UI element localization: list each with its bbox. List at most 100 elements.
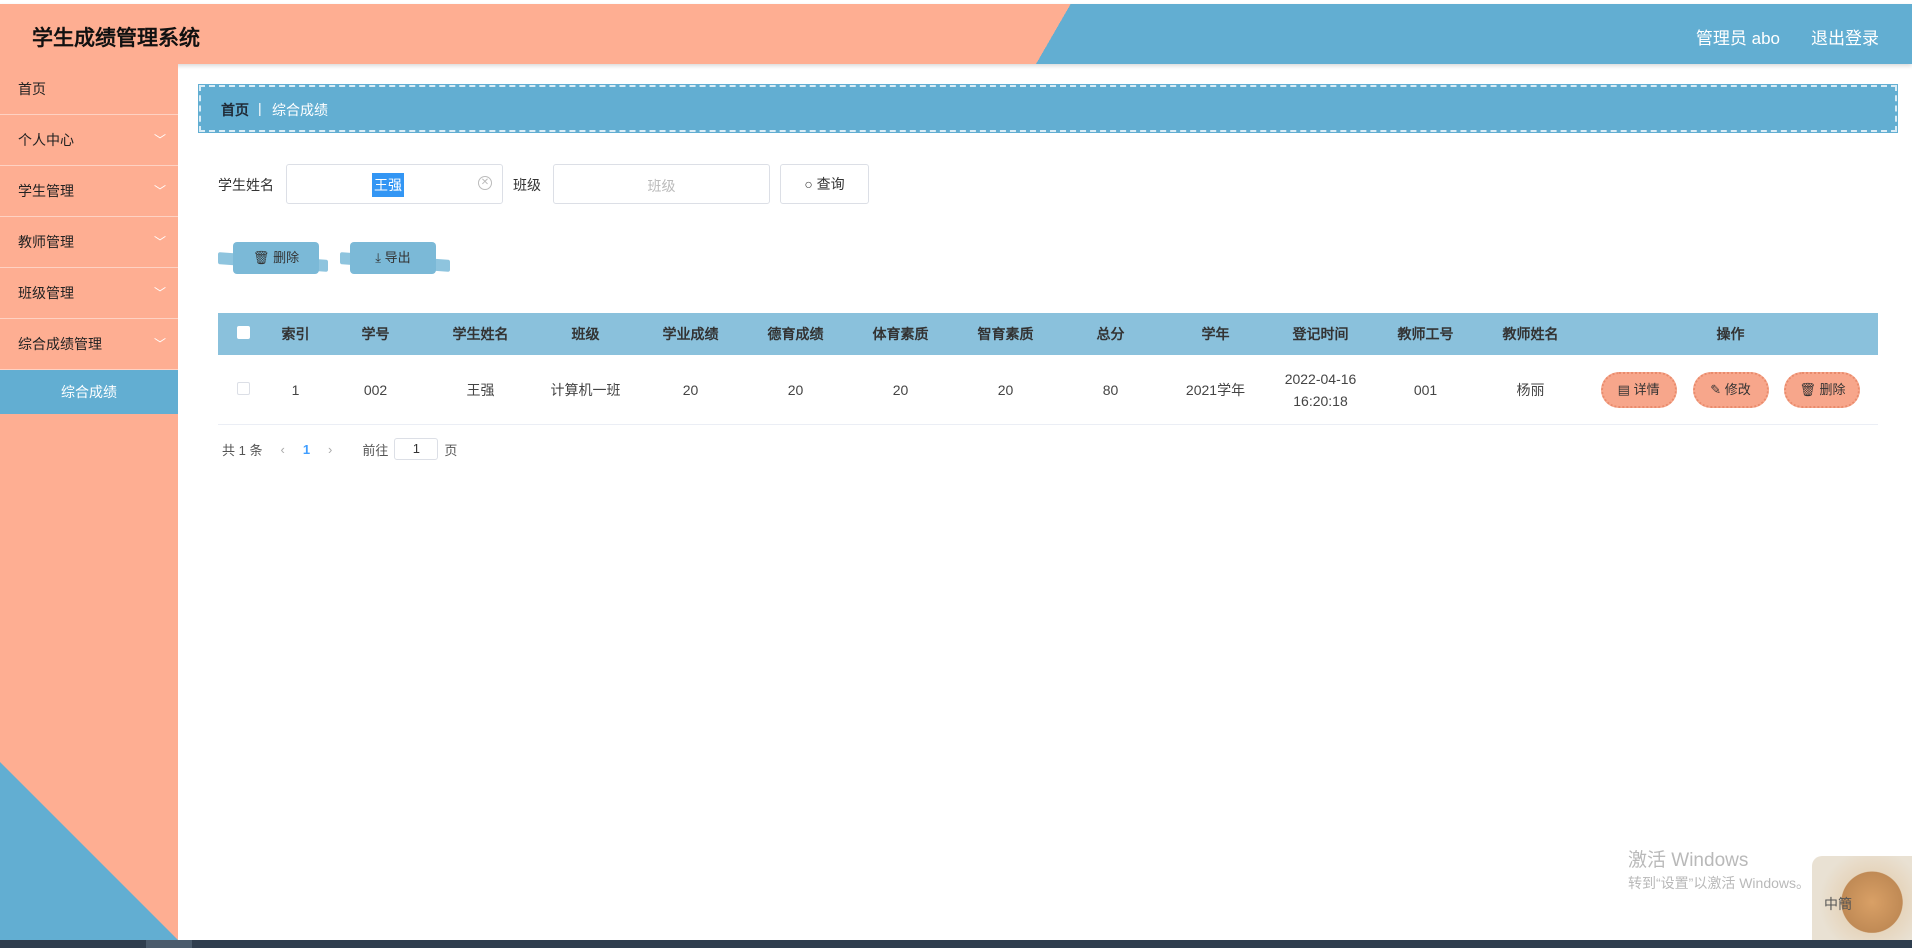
query-button-label: 查询 xyxy=(816,176,845,192)
breadcrumb-separator: | xyxy=(258,100,262,116)
column-header[interactable]: 索引 xyxy=(268,324,323,344)
export-button[interactable]: ⤓ 导出 xyxy=(350,242,436,274)
student-name-input[interactable]: 王强 ✕ xyxy=(286,164,503,204)
score-table: 索引 学号 学生姓名 班级 学业成绩 德育成绩 体育素质 智育素质 总分 学年 … xyxy=(218,313,1878,425)
cell-academic: 20 xyxy=(682,381,699,398)
table-header: 索引 学号 学生姓名 班级 学业成绩 德育成绩 体育素质 智育素质 总分 学年 … xyxy=(218,313,1878,355)
cell-student-name: 王强 xyxy=(466,381,495,398)
breadcrumb-current: 综合成绩 xyxy=(272,102,328,118)
sidebar-item-home[interactable]: 首页 xyxy=(0,64,178,115)
column-header[interactable]: 学年 xyxy=(1163,324,1268,344)
column-header[interactable]: 智育素质 xyxy=(953,324,1058,344)
column-header[interactable]: 教师工号 xyxy=(1373,324,1478,344)
chevron-down-icon: ﹀ xyxy=(153,133,166,147)
detail-button[interactable]: ▤ 详情 xyxy=(1600,371,1677,408)
search-icon: ○ xyxy=(804,176,813,192)
trash-icon: 🗑 xyxy=(1799,381,1816,397)
sidebar-item-label: 个人中心 xyxy=(18,132,74,148)
top-header: 学生成绩管理系统 管理员 abo 退出登录 xyxy=(0,4,1912,64)
column-header: 操作 xyxy=(1716,326,1745,342)
sidebar-item-label: 教师管理 xyxy=(18,234,74,250)
chevron-down-icon: ﹀ xyxy=(153,286,166,300)
batch-delete-label: 删除 xyxy=(273,250,300,265)
student-name-value: 王强 xyxy=(372,173,404,197)
cell-teacher-name: 杨丽 xyxy=(1516,381,1545,398)
sidebar-item-scores[interactable]: 综合成绩管理 ﹀ xyxy=(0,319,178,370)
edit-label: 修改 xyxy=(1724,381,1751,397)
activation-watermark-subtitle: 转到“设置”以激活 Windows。 xyxy=(1628,875,1811,891)
breadcrumb: 首页 | 综合成绩 xyxy=(199,85,1897,132)
sidebar-item-label: 学生管理 xyxy=(18,183,74,199)
breadcrumb-home[interactable]: 首页 xyxy=(221,100,249,120)
class-input[interactable]: 班级 xyxy=(553,164,770,204)
chevron-down-icon: ﹀ xyxy=(153,337,166,351)
goto-label: 前往 xyxy=(362,442,389,458)
student-name-label: 学生姓名 xyxy=(218,177,274,193)
cell-reg-time: 2022-04-16 16:20:18 xyxy=(1268,368,1373,412)
edit-button[interactable]: ✎ 修改 xyxy=(1692,371,1769,408)
cell-year: 2021学年 xyxy=(1185,381,1246,398)
ime-badge: 中簡 xyxy=(1824,896,1852,912)
export-label: 导出 xyxy=(384,250,411,265)
delete-button[interactable]: 🗑 删除 xyxy=(1784,371,1861,408)
edit-icon: ✎ xyxy=(1710,381,1722,397)
cell-index: 1 xyxy=(291,381,300,398)
cell-total: 80 xyxy=(1102,381,1119,398)
sidebar-item-profile[interactable]: 个人中心 ﹀ xyxy=(0,115,178,166)
sidebar-item-students[interactable]: 学生管理 ﹀ xyxy=(0,166,178,217)
page-number[interactable]: 1 xyxy=(303,442,310,457)
sidebar-item-classes[interactable]: 班级管理 ﹀ xyxy=(0,268,178,319)
ime-mascot[interactable]: 中簡 xyxy=(1812,856,1912,940)
sidebar-item-label: 班级管理 xyxy=(18,285,74,301)
clear-icon[interactable]: ✕ xyxy=(478,176,492,190)
query-button[interactable]: ○ 查询 xyxy=(780,164,869,204)
row-select-cell xyxy=(218,381,268,398)
next-page-button[interactable]: › xyxy=(328,442,332,457)
sidebar-item-label: 综合成绩管理 xyxy=(18,336,102,352)
column-header[interactable]: 德育成绩 xyxy=(743,324,848,344)
delete-label: 删除 xyxy=(1819,381,1846,397)
column-header[interactable]: 学号 xyxy=(323,324,428,344)
cell-class: 计算机一班 xyxy=(550,381,621,398)
page-suffix: 页 xyxy=(444,442,458,458)
sidebar-item-teachers[interactable]: 教师管理 ﹀ xyxy=(0,217,178,268)
download-icon: ⤓ xyxy=(375,250,382,265)
pagination: 共 1 条 ‹ 1 › 前往 1 页 xyxy=(222,438,457,460)
column-header[interactable]: 体育素质 xyxy=(848,324,953,344)
batch-delete-button[interactable]: 🗑 删除 xyxy=(233,242,319,274)
cell-moral: 20 xyxy=(787,381,804,398)
cell-operations: ▤ 详情 ✎ 修改 🗑 删除 xyxy=(1583,371,1878,408)
total-count: 共 1 条 xyxy=(222,442,263,458)
column-header[interactable]: 学生姓名 xyxy=(428,324,533,344)
sidebar-decoration xyxy=(0,762,178,940)
trash-icon: 🗑 xyxy=(252,250,270,265)
cell-intellect: 20 xyxy=(997,381,1014,398)
select-all-checkbox[interactable] xyxy=(236,326,250,339)
class-label: 班级 xyxy=(513,177,541,193)
reg-date: 2022-04-16 xyxy=(1284,370,1357,387)
column-header[interactable]: 总分 xyxy=(1058,324,1163,344)
cell-sports: 20 xyxy=(892,381,909,398)
taskbar-item[interactable] xyxy=(146,940,192,948)
sidebar: 首页 个人中心 ﹀ 学生管理 ﹀ 教师管理 ﹀ 班级管理 ﹀ 综合成绩管理 ﹀ … xyxy=(0,64,178,940)
table-row: 1 002 王强 计算机一班 20 20 20 20 80 2021学年 202… xyxy=(218,355,1878,425)
row-checkbox[interactable] xyxy=(236,381,250,395)
document-icon: ▤ xyxy=(1617,381,1630,397)
cell-teacher-no: 001 xyxy=(1413,381,1438,398)
detail-label: 详情 xyxy=(1633,381,1660,397)
current-user: 管理员 abo xyxy=(1695,29,1780,48)
activation-watermark-title: 激活 Windows xyxy=(1628,850,1749,871)
sidebar-item-label: 首页 xyxy=(18,81,46,97)
column-header[interactable]: 班级 xyxy=(533,324,638,344)
cell-student-no: 002 xyxy=(363,381,388,398)
goto-page-input[interactable]: 1 xyxy=(394,438,439,460)
chevron-down-icon: ﹀ xyxy=(153,235,166,249)
column-header[interactable]: 登记时间 xyxy=(1268,324,1373,344)
reg-time: 16:20:18 xyxy=(1293,392,1348,409)
column-header[interactable]: 学业成绩 xyxy=(638,324,743,344)
prev-page-button[interactable]: ‹ xyxy=(280,442,284,457)
sidebar-subitem-composite-score[interactable]: 综合成绩 xyxy=(0,370,178,414)
column-header[interactable]: 教师姓名 xyxy=(1478,324,1583,344)
logout-button[interactable]: 退出登录 xyxy=(1811,24,1879,49)
class-placeholder: 班级 xyxy=(647,178,676,194)
